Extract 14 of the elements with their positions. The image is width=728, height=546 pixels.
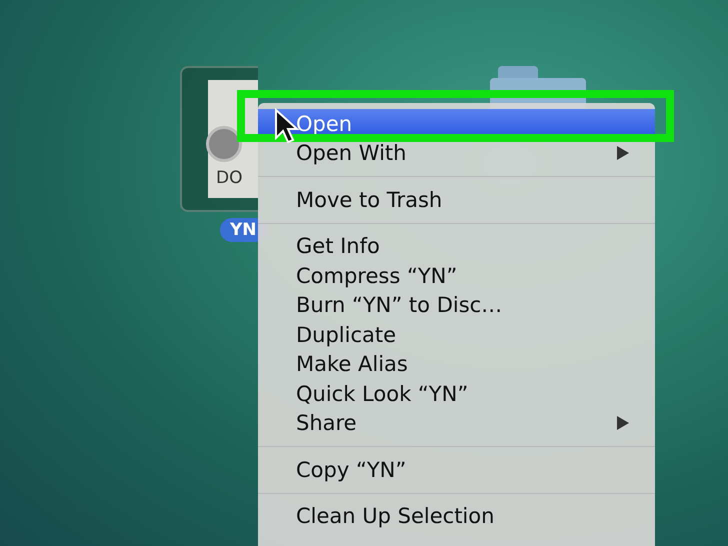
submenu-arrow-icon <box>617 416 629 430</box>
menu-item[interactable]: Make Alias <box>258 350 655 379</box>
menu-item[interactable]: Move to Trash <box>258 185 655 214</box>
menu-item[interactable]: Copy “YN” <box>258 455 655 484</box>
document-icon-text: DO <box>216 168 242 188</box>
menu-item[interactable]: Clean Up Selection <box>258 502 655 531</box>
menu-item[interactable]: Burn “YN” to Disc… <box>258 290 655 320</box>
menu-item[interactable]: Duplicate <box>258 320 655 350</box>
menu-item[interactable]: Quick Look “YN” <box>258 379 655 408</box>
menu-item[interactable]: Open With <box>258 138 655 168</box>
submenu-arrow-icon <box>617 146 629 160</box>
menu-item[interactable]: Share <box>258 408 655 438</box>
menu-item[interactable]: Compress “YN” <box>258 261 655 290</box>
document-icon[interactable]: DO <box>180 66 258 212</box>
